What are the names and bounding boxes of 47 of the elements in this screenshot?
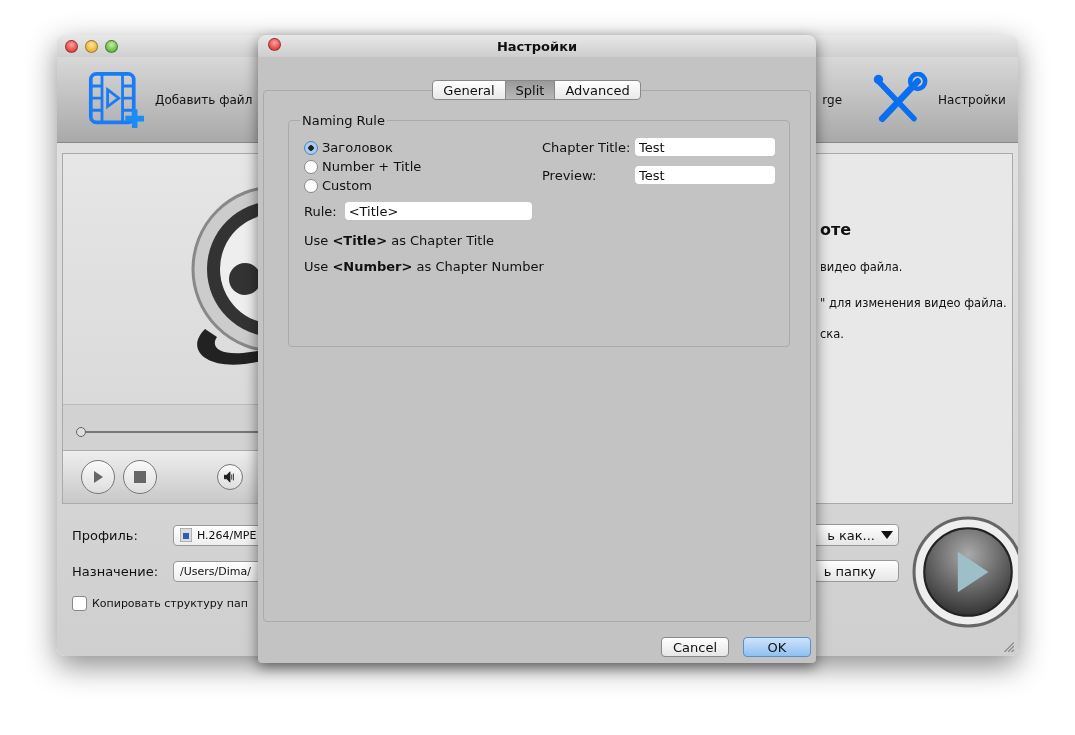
tab[interactable]: General xyxy=(432,80,506,100)
toolbar-label[interactable]: Настройки xyxy=(938,92,1006,107)
stop-icon xyxy=(134,471,146,483)
toolbar-label[interactable]: rge xyxy=(822,92,843,107)
caret-icon xyxy=(881,531,893,539)
cancel-button[interactable]: Cancel xyxy=(661,637,729,657)
radio-label: Custom xyxy=(322,178,372,193)
radio-button[interactable] xyxy=(304,140,318,155)
play-icon xyxy=(92,471,104,483)
field-label: Chapter Title: xyxy=(542,139,632,155)
hint-text: Use <Number> as Chapter Number xyxy=(304,258,544,276)
radio-button[interactable] xyxy=(304,178,318,193)
rule-field[interactable]: <Title> xyxy=(344,202,532,220)
play-button[interactable] xyxy=(81,460,115,494)
group-title: Naming Rule xyxy=(301,113,386,128)
convert-button[interactable] xyxy=(912,516,1018,628)
profile-label: Профиль: xyxy=(72,527,139,543)
text-field[interactable]: Test xyxy=(635,138,775,156)
close-button[interactable] xyxy=(268,38,281,51)
tab[interactable]: Split xyxy=(504,80,556,100)
resize-grip-icon[interactable] xyxy=(1002,640,1014,652)
stop-button[interactable] xyxy=(123,460,157,494)
step-text: видео файла. xyxy=(820,260,903,276)
step-text: ска. xyxy=(820,327,844,343)
ok-button[interactable]: OK xyxy=(743,637,811,657)
guide-title: оте xyxy=(820,220,853,240)
minimize-button[interactable] xyxy=(85,39,98,53)
toolbar-label[interactable]: Добавить файл xyxy=(155,92,253,107)
radio-label: Заголовок xyxy=(322,140,393,155)
close-button[interactable] xyxy=(65,39,78,53)
text-field[interactable]: Test xyxy=(635,166,775,184)
film-add-icon[interactable] xyxy=(87,71,145,128)
zoom-button[interactable] xyxy=(105,39,118,53)
radio-button[interactable] xyxy=(304,159,318,174)
destination-label: Назначение: xyxy=(72,563,158,579)
radio-label: Number + Title xyxy=(322,159,422,174)
hint-text: Use <Title> as Chapter Title xyxy=(304,232,494,250)
rule-label: Rule: xyxy=(304,203,337,219)
step-text: " для изменения видео файла. xyxy=(820,296,1007,312)
tab[interactable]: Advanced xyxy=(554,80,641,100)
dialog-title: Настройки xyxy=(496,38,578,54)
checkbox-label: Копировать структуру пап xyxy=(92,597,248,610)
field-label: Preview: xyxy=(542,167,598,183)
speaker-icon xyxy=(224,471,236,483)
volume-button[interactable] xyxy=(217,464,243,490)
video-file-icon xyxy=(180,528,192,542)
checkbox[interactable] xyxy=(72,596,87,611)
